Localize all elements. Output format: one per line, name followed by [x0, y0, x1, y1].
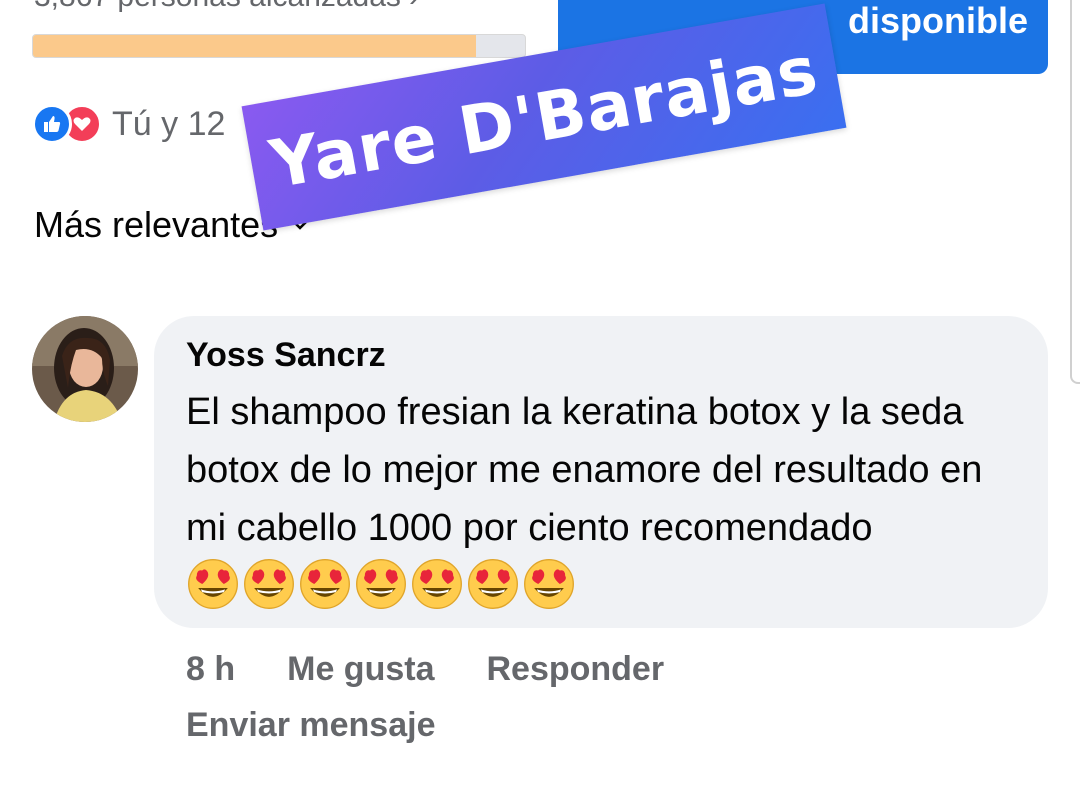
comment-author[interactable]: Yoss Sancrz — [186, 336, 1018, 375]
heart-eyes-emoji-icon — [244, 559, 294, 609]
reply-button[interactable]: Responder — [486, 650, 664, 689]
comment-text: El shampoo fresian la keratina botox y l… — [186, 383, 1018, 620]
heart-eyes-emoji-icon — [356, 559, 406, 609]
comment-actions: 8 h Me gusta Responder Enviar mensaje — [186, 644, 716, 750]
heart-eyes-emoji-icon — [188, 559, 238, 609]
reach-text: 3,867 personas alcanzadas — [34, 0, 401, 13]
promote-button-label: disponible — [848, 0, 1028, 41]
reach-progress-fill — [33, 35, 476, 57]
heart-eyes-emoji-icon — [412, 559, 462, 609]
chevron-right-icon: › — [409, 0, 419, 13]
comment-timestamp: 8 h — [186, 649, 236, 688]
reactions-summary[interactable]: Tú y 12 — [32, 104, 225, 144]
reach-link[interactable]: 3,867 personas alcanzadas › — [34, 0, 419, 14]
reach-progress-bar — [32, 34, 526, 58]
like-button[interactable]: Me gusta — [287, 650, 434, 689]
send-message-button[interactable]: Enviar mensaje — [186, 706, 435, 745]
comment-body: El shampoo fresian la keratina botox y l… — [186, 391, 983, 549]
emoji-row — [186, 557, 576, 611]
scrollbar[interactable] — [1070, 0, 1080, 384]
reactions-text: Tú y 12 — [112, 104, 226, 143]
sort-label: Más relevantes — [34, 204, 279, 245]
heart-eyes-emoji-icon — [300, 559, 350, 609]
heart-eyes-emoji-icon — [524, 559, 574, 609]
avatar[interactable] — [32, 316, 138, 422]
like-icon — [32, 104, 72, 144]
comment-bubble[interactable]: Yoss Sancrz El shampoo fresian la kerati… — [154, 316, 1048, 628]
heart-eyes-emoji-icon — [468, 559, 518, 609]
